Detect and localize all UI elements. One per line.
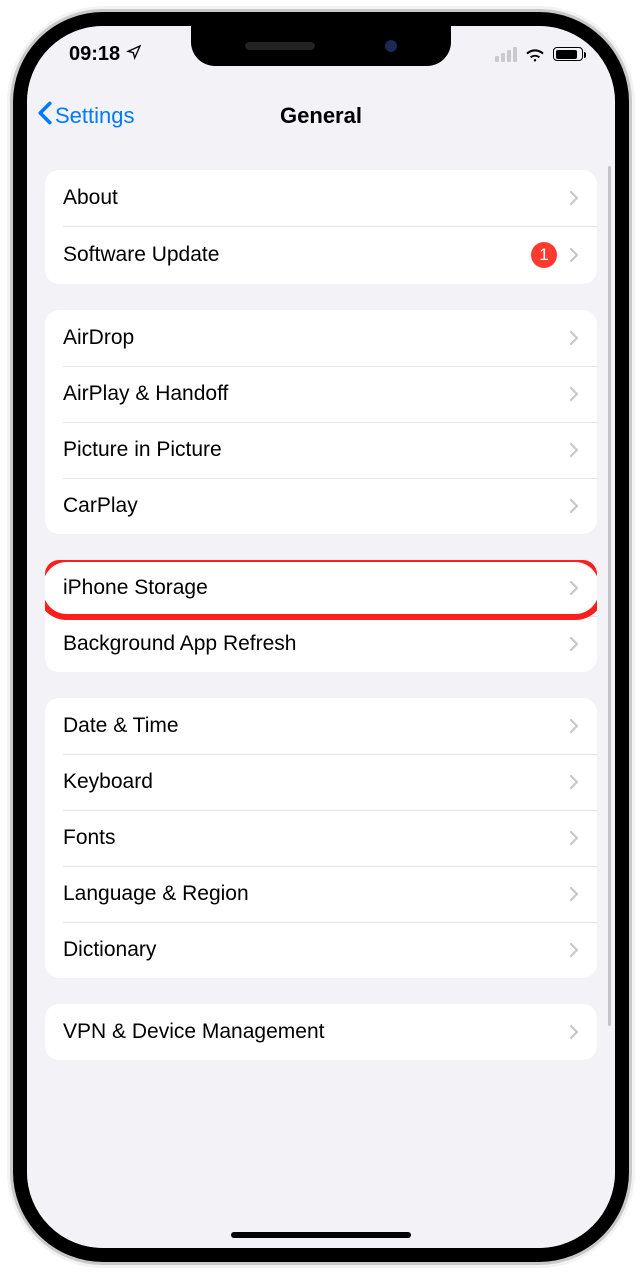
chevron-right-icon — [569, 830, 579, 846]
settings-group: AirDrop AirPlay & Handoff Picture in Pictu… — [45, 310, 597, 534]
row-label: VPN & Device Management — [63, 1020, 324, 1044]
chevron-left-icon — [37, 101, 53, 131]
row-label: AirDrop — [63, 326, 134, 350]
wifi-icon — [525, 46, 545, 62]
speaker-grille — [245, 42, 315, 50]
row-label: Dictionary — [63, 938, 156, 962]
chevron-right-icon — [569, 886, 579, 902]
notification-badge: 1 — [531, 242, 557, 268]
page-title: General — [280, 103, 362, 129]
row-label: Picture in Picture — [63, 438, 222, 462]
chevron-right-icon — [569, 247, 579, 263]
battery-icon — [553, 47, 583, 61]
chevron-right-icon — [569, 774, 579, 790]
screen: 09:18 Settings General Ab — [27, 26, 615, 1248]
settings-row[interactable]: About — [45, 170, 597, 226]
chevron-right-icon — [569, 580, 579, 596]
settings-group: Date & Time Keyboard Fonts Language & Regio… — [45, 698, 597, 978]
settings-row[interactable]: Picture in Picture — [45, 422, 597, 478]
chevron-right-icon — [569, 718, 579, 734]
settings-row[interactable]: iPhone Storage — [45, 560, 597, 616]
settings-row[interactable]: Software Update 1 — [45, 226, 597, 284]
chevron-right-icon — [569, 330, 579, 346]
settings-row[interactable]: Background App Refresh — [45, 616, 597, 672]
nav-bar: Settings General — [27, 86, 615, 146]
row-label: Software Update — [63, 243, 219, 267]
chevron-right-icon — [569, 190, 579, 206]
status-time: 09:18 — [69, 43, 120, 66]
cellular-icon — [495, 47, 517, 62]
row-label: Language & Region — [63, 882, 249, 906]
settings-row[interactable]: CarPlay — [45, 478, 597, 534]
settings-group: About Software Update 1 — [45, 170, 597, 284]
chevron-right-icon — [569, 636, 579, 652]
row-label: About — [63, 186, 118, 210]
notch — [191, 26, 451, 66]
row-label: Fonts — [63, 826, 116, 850]
chevron-right-icon — [569, 386, 579, 402]
settings-row[interactable]: AirDrop — [45, 310, 597, 366]
settings-group: iPhone Storage Background App Refresh — [45, 560, 597, 672]
row-label: Keyboard — [63, 770, 153, 794]
settings-row[interactable]: Keyboard — [45, 754, 597, 810]
chevron-right-icon — [569, 498, 579, 514]
home-indicator[interactable] — [231, 1232, 411, 1238]
settings-row[interactable]: Language & Region — [45, 866, 597, 922]
settings-row[interactable]: Fonts — [45, 810, 597, 866]
settings-list[interactable]: About Software Update 1 AirDrop AirPlay & Ha… — [27, 156, 615, 1248]
back-button[interactable]: Settings — [37, 86, 135, 146]
front-camera — [385, 40, 397, 52]
chevron-right-icon — [569, 442, 579, 458]
settings-row[interactable]: VPN & Device Management — [45, 1004, 597, 1060]
row-label: CarPlay — [63, 494, 138, 518]
row-label: Date & Time — [63, 714, 179, 738]
location-icon — [126, 43, 142, 66]
settings-row[interactable]: Date & Time — [45, 698, 597, 754]
row-label: iPhone Storage — [63, 576, 208, 600]
scroll-indicator — [608, 166, 611, 1026]
row-label: Background App Refresh — [63, 632, 296, 656]
settings-row[interactable]: Dictionary — [45, 922, 597, 978]
chevron-right-icon — [569, 1024, 579, 1040]
back-label: Settings — [55, 103, 135, 129]
settings-group: VPN & Device Management — [45, 1004, 597, 1060]
row-label: AirPlay & Handoff — [63, 382, 228, 406]
device-frame: 09:18 Settings General Ab — [13, 12, 629, 1262]
chevron-right-icon — [569, 942, 579, 958]
settings-row[interactable]: AirPlay & Handoff — [45, 366, 597, 422]
